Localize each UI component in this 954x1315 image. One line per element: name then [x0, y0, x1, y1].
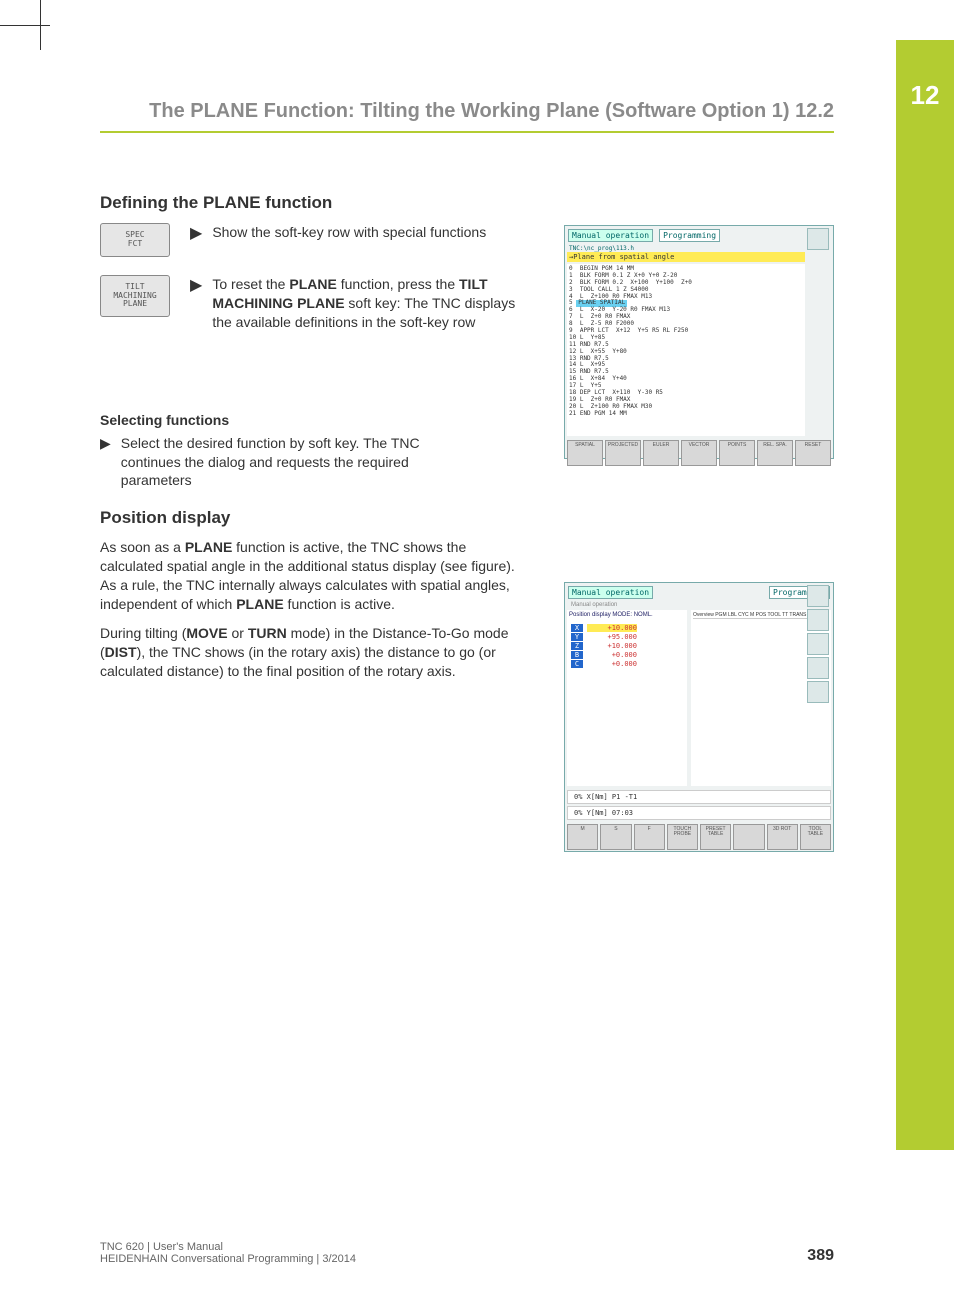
fig2-position-panel: Position display MODE: NOML. X+10.000Y+9…: [567, 610, 687, 786]
fig1-softkey-row: SPATIALPROJECTEDEULERVECTORPOINTSREL. SP…: [565, 438, 833, 468]
fig2-softkey-row: MSFTOUCH PROBEPRESET TABLE3D ROTTOOL TAB…: [565, 822, 833, 852]
fig2-status-2: 0% Y[Nm] 07:03: [567, 806, 831, 820]
section-defining-title: Defining the PLANE function: [100, 193, 834, 213]
step-1-text: ▶ Show the soft-key row with special fun…: [190, 223, 486, 243]
softkey-spec-fct: SPEC FCT: [100, 223, 170, 257]
fig1-mode-manual: Manual operation: [568, 229, 653, 242]
fig1-filepath: TNC:\nc_prog\113.h: [565, 245, 833, 252]
fig1-highlight-line: →Plane from spatial angle: [567, 252, 805, 262]
page-title: The PLANE Function: Tilting the Working …: [100, 100, 834, 131]
fig1-code: 0 BEGIN PGM 14 MM 1 BLK FORM 0.1 Z X+0 Y…: [567, 264, 805, 436]
fig2-status-1: 0% X[Nm] P1 -T1: [567, 790, 831, 804]
softkey-tilt-plane: TILT MACHINING PLANE: [100, 275, 170, 317]
arrow-icon: ▶: [190, 275, 202, 332]
arrow-icon: ▶: [100, 434, 111, 491]
page-footer: TNC 620 | User's Manual HEIDENHAIN Conve…: [100, 1241, 834, 1265]
position-p1: As soon as a PLANE function is active, t…: [100, 538, 530, 614]
selecting-bullet: ▶ Select the desired function by soft ke…: [100, 434, 430, 491]
fig2-mode-manual: Manual operation: [568, 586, 653, 599]
crop-mark-h: [0, 25, 50, 26]
footer-line1: TNC 620 | User's Manual: [100, 1241, 356, 1253]
arrow-icon: ▶: [190, 223, 202, 243]
figure-programming-screen: Manual operation Programming TNC:\nc_pro…: [564, 225, 834, 459]
figure-position-display: Manual operation Programming Manual oper…: [564, 582, 834, 852]
chapter-tab: 12: [896, 40, 954, 1150]
fig1-side-icons: [807, 228, 831, 250]
position-p2: During tilting (MOVE or TURN mode) in th…: [100, 624, 530, 681]
footer-line2: HEIDENHAIN Conversational Programming | …: [100, 1253, 356, 1265]
fig2-side-icons: [807, 585, 831, 703]
crop-mark-v: [40, 0, 41, 50]
title-rule: [100, 131, 834, 133]
fig1-mode-prog: Programming: [659, 229, 720, 242]
section-position-title: Position display: [100, 508, 834, 528]
chapter-number: 12: [896, 40, 954, 111]
step-2-text: ▶ To reset the PLANE function, press the…: [190, 275, 520, 332]
page-number: 389: [807, 1247, 834, 1265]
